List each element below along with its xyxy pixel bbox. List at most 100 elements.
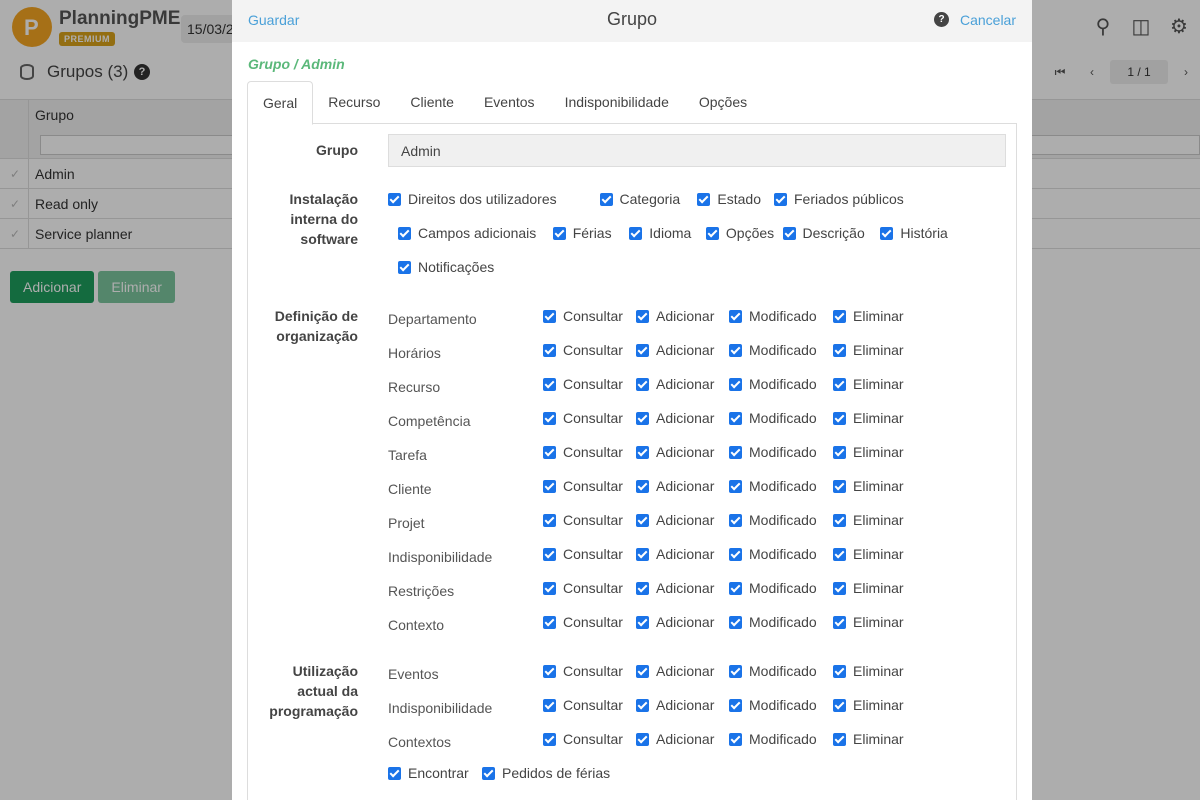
checkbox[interactable]: Modificado: [729, 478, 817, 494]
checkbox[interactable]: Categoria: [599, 191, 680, 207]
checkbox-checked-icon[interactable]: [398, 260, 411, 274]
checkbox-checked-icon[interactable]: [398, 226, 411, 240]
checkbox-checked-icon[interactable]: [729, 309, 742, 323]
checkbox[interactable]: Modificado: [729, 580, 817, 596]
checkbox[interactable]: Campos adicionais: [398, 225, 536, 241]
checkbox-checked-icon[interactable]: [543, 411, 556, 425]
checkbox[interactable]: Modificado: [729, 546, 817, 562]
checkbox[interactable]: Adicionar: [636, 580, 714, 596]
checkbox[interactable]: Consultar: [543, 546, 623, 562]
tab-indisponibilidade[interactable]: Indisponibilidade: [550, 81, 684, 124]
checkbox-checked-icon[interactable]: [543, 547, 556, 561]
checkbox-checked-icon[interactable]: [729, 513, 742, 527]
checkbox-checked-icon[interactable]: [833, 343, 846, 357]
checkbox[interactable]: Modificado: [729, 308, 817, 324]
checkbox-checked-icon[interactable]: [729, 581, 742, 595]
checkbox-checked-icon[interactable]: [636, 377, 649, 391]
checkbox[interactable]: Adicionar: [636, 546, 714, 562]
checkbox[interactable]: Modificado: [729, 444, 817, 460]
checkbox[interactable]: Consultar: [543, 308, 623, 324]
checkbox[interactable]: Consultar: [543, 663, 623, 679]
checkbox[interactable]: Adicionar: [636, 614, 714, 630]
checkbox[interactable]: Encontrar: [388, 765, 469, 781]
checkbox-checked-icon[interactable]: [543, 664, 556, 678]
checkbox[interactable]: Consultar: [543, 342, 623, 358]
checkbox[interactable]: Consultar: [543, 444, 623, 460]
checkbox-checked-icon[interactable]: [543, 377, 556, 391]
checkbox[interactable]: Adicionar: [636, 444, 714, 460]
checkbox-checked-icon[interactable]: [629, 226, 643, 240]
help-icon[interactable]: ?: [934, 12, 949, 27]
checkbox-checked-icon[interactable]: [636, 698, 649, 712]
checkbox-checked-icon[interactable]: [729, 547, 742, 561]
checkbox-checked-icon[interactable]: [636, 411, 649, 425]
checkbox-checked-icon[interactable]: [543, 732, 556, 746]
checkbox-checked-icon[interactable]: [833, 445, 846, 459]
checkbox-checked-icon[interactable]: [729, 615, 742, 629]
checkbox[interactable]: Descrição: [782, 225, 865, 241]
checkbox[interactable]: Eliminar: [833, 614, 904, 630]
checkbox[interactable]: Consultar: [543, 580, 623, 596]
checkbox[interactable]: Consultar: [543, 731, 623, 747]
checkbox-checked-icon[interactable]: [833, 581, 846, 595]
checkbox[interactable]: Consultar: [543, 478, 623, 494]
checkbox[interactable]: Adicionar: [636, 478, 714, 494]
checkbox[interactable]: Adicionar: [636, 512, 714, 528]
checkbox-checked-icon[interactable]: [543, 343, 556, 357]
checkbox-checked-icon[interactable]: [833, 547, 846, 561]
checkbox[interactable]: Eliminar: [833, 410, 904, 426]
checkbox[interactable]: Modificado: [729, 512, 817, 528]
checkbox[interactable]: Consultar: [543, 512, 623, 528]
checkbox-checked-icon[interactable]: [833, 664, 846, 678]
checkbox-checked-icon[interactable]: [729, 377, 742, 391]
checkbox[interactable]: Eliminar: [833, 580, 904, 596]
checkbox[interactable]: Opções: [705, 225, 774, 241]
checkbox-checked-icon[interactable]: [833, 615, 846, 629]
checkbox[interactable]: Eliminar: [833, 342, 904, 358]
checkbox[interactable]: Modificado: [729, 410, 817, 426]
checkbox-checked-icon[interactable]: [729, 698, 742, 712]
checkbox[interactable]: Modificado: [729, 731, 817, 747]
checkbox[interactable]: Eliminar: [833, 663, 904, 679]
checkbox[interactable]: Adicionar: [636, 697, 714, 713]
checkbox[interactable]: Adicionar: [636, 663, 714, 679]
tab-opcoes[interactable]: Opções: [684, 81, 762, 124]
checkbox[interactable]: Eliminar: [833, 478, 904, 494]
checkbox[interactable]: Pedidos de férias: [482, 765, 610, 781]
checkbox-checked-icon[interactable]: [388, 766, 401, 780]
checkbox-checked-icon[interactable]: [880, 226, 894, 240]
checkbox-checked-icon[interactable]: [636, 445, 649, 459]
checkbox-checked-icon[interactable]: [833, 732, 846, 746]
checkbox[interactable]: Adicionar: [636, 342, 714, 358]
checkbox-checked-icon[interactable]: [729, 411, 742, 425]
checkbox-checked-icon[interactable]: [543, 615, 556, 629]
checkbox-checked-icon[interactable]: [636, 479, 649, 493]
checkbox[interactable]: Eliminar: [833, 376, 904, 392]
checkbox-checked-icon[interactable]: [636, 615, 649, 629]
checkbox-checked-icon[interactable]: [543, 513, 556, 527]
checkbox-checked-icon[interactable]: [636, 309, 649, 323]
checkbox-checked-icon[interactable]: [833, 479, 846, 493]
checkbox[interactable]: Modificado: [729, 614, 817, 630]
checkbox[interactable]: Eliminar: [833, 546, 904, 562]
checkbox-checked-icon[interactable]: [833, 309, 846, 323]
checkbox-checked-icon[interactable]: [482, 766, 495, 780]
tab-recurso[interactable]: Recurso: [313, 81, 395, 124]
checkbox[interactable]: Modificado: [729, 663, 817, 679]
checkbox-checked-icon[interactable]: [729, 479, 742, 493]
tab-geral[interactable]: Geral: [247, 81, 314, 125]
checkbox-checked-icon[interactable]: [388, 192, 401, 206]
checkbox-checked-icon[interactable]: [833, 513, 846, 527]
checkbox[interactable]: Idioma: [629, 225, 691, 241]
checkbox[interactable]: História: [880, 225, 948, 241]
checkbox[interactable]: Direitos dos utilizadores: [388, 191, 557, 207]
checkbox[interactable]: Consultar: [543, 697, 623, 713]
checkbox[interactable]: Modificado: [729, 376, 817, 392]
tab-cliente[interactable]: Cliente: [395, 81, 469, 124]
cancel-button[interactable]: Cancelar: [960, 12, 1016, 28]
checkbox-checked-icon[interactable]: [705, 226, 719, 240]
checkbox[interactable]: Eliminar: [833, 444, 904, 460]
checkbox-checked-icon[interactable]: [552, 226, 566, 240]
checkbox-checked-icon[interactable]: [697, 192, 711, 206]
checkbox-checked-icon[interactable]: [729, 664, 742, 678]
